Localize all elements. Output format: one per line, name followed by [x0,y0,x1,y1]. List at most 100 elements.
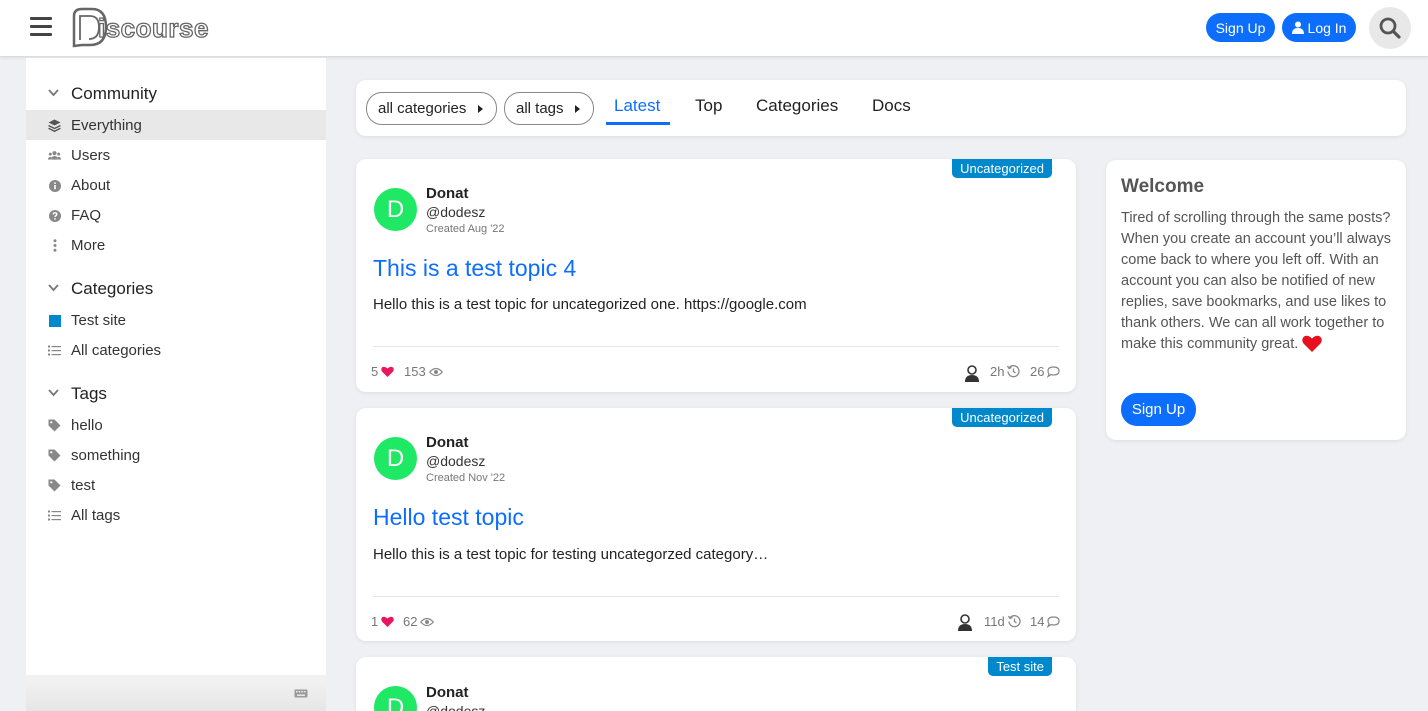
topic-title-link[interactable]: This is a test topic 4 [373,255,576,282]
section-title: Tags [71,384,107,403]
chevron-down-icon [48,89,59,97]
avatar[interactable]: D [374,686,417,711]
category-badge[interactable]: Uncategorized [952,159,1052,178]
sidebar-item-everything[interactable]: Everything [26,110,326,140]
search-button[interactable] [1369,7,1411,49]
divider [373,596,1059,597]
replies-value: 26 [1030,364,1045,379]
all-tags-dropdown[interactable]: all tags [504,92,594,125]
keyboard-icon[interactable] [294,689,308,698]
sidebar-item-label: Users [71,146,111,164]
views-count: 153 [404,364,443,379]
likes-count[interactable]: 5 [371,364,394,379]
heart-icon [381,366,394,377]
author-handle: @dodesz [426,453,486,469]
sidebar-item-users[interactable]: Users [26,140,326,170]
sidebar-item-test-site[interactable]: Test site [26,305,326,335]
sidebar-item-tag-hello[interactable]: hello [26,410,326,440]
comment-icon [1047,615,1061,628]
heart-icon [381,616,394,627]
tab-docs[interactable]: Docs [872,96,911,116]
dropdown-label: all categories [378,100,467,117]
sidebar-section-community[interactable]: Community [26,79,326,109]
category-badge[interactable]: Uncategorized [952,408,1052,427]
sidebar-item-label: something [71,446,141,464]
sidebar-item-faq[interactable]: FAQ [26,200,326,230]
topic-list-navigation: all categories all tags Latest Top Categ… [356,80,1406,136]
avatar[interactable]: D [374,188,417,231]
sidebar-item-about[interactable]: About [26,170,326,200]
sidebar-item-label: More [71,236,106,254]
sidebar-section-tags[interactable]: Tags [26,379,326,409]
tag-icon [48,479,61,492]
activity-time[interactable]: 2h [990,364,1021,379]
caret-right-icon [478,105,483,113]
sidebar-item-tag-test[interactable]: test [26,470,326,500]
author-name[interactable]: Donat [426,684,469,701]
sidebar-item-label: hello [71,416,103,434]
history-icon [1007,615,1021,628]
section-title: Community [71,84,157,103]
topic-card: Uncategorized D Donat @dodesz Created No… [356,408,1076,641]
author-name[interactable]: Donat [426,185,469,202]
likes-value: 5 [371,364,379,379]
divider [373,346,1059,347]
sidebar-item-tag-something[interactable]: something [26,440,326,470]
log-in-label: Log In [1307,19,1347,36]
poster-avatar[interactable] [955,612,975,632]
likes-value: 1 [371,614,379,629]
sidebar-footer [26,675,326,711]
search-icon [1379,17,1401,39]
activity-time[interactable]: 11d [984,614,1021,629]
created-date: Created Nov '22 [426,472,506,484]
heart-icon [1302,335,1323,352]
hamburger-menu-icon[interactable] [30,17,52,37]
tab-top[interactable]: Top [695,96,722,116]
poster-avatar[interactable] [962,363,982,383]
welcome-text: Tired of scrolling through the same post… [1121,208,1396,355]
topic-title-link[interactable]: Hello test topic [373,504,524,531]
user-silhouette-icon [965,365,979,382]
sidebar-item-all-categories[interactable]: All categories [26,335,326,365]
welcome-sign-up-button[interactable]: Sign Up [1121,393,1196,426]
user-silhouette-icon [958,614,972,631]
users-icon [48,149,61,162]
topic-card: Uncategorized D Donat @dodesz Created Au… [356,159,1076,392]
dropdown-label: all tags [516,100,564,117]
ellipsis-vertical-icon [48,239,61,252]
info-circle-icon [48,179,61,192]
tab-latest[interactable]: Latest [614,96,660,116]
sidebar-section-categories[interactable]: Categories [26,274,326,304]
sidebar-item-all-tags[interactable]: All tags [26,500,326,530]
log-in-button[interactable]: Log In [1282,13,1356,42]
replies-count[interactable]: 14 [1030,614,1061,629]
sidebar-item-more[interactable]: More [26,230,326,260]
sidebar-item-label: Everything [71,116,142,134]
sidebar-item-label: All tags [71,506,121,524]
eye-icon [420,617,435,626]
sidebar-item-label: test [71,476,96,494]
chevron-down-icon [48,284,59,292]
tag-icon [48,449,61,462]
caret-right-icon [575,105,580,113]
activity-value: 2h [990,364,1005,379]
all-categories-dropdown[interactable]: all categories [366,92,497,125]
author-name[interactable]: Donat [426,434,469,451]
tab-categories[interactable]: Categories [756,96,838,116]
sign-up-button[interactable]: Sign Up [1206,13,1275,42]
likes-count[interactable]: 1 [371,614,394,629]
section-title: Categories [71,279,154,298]
user-icon [1291,21,1304,34]
category-square-icon [48,314,61,327]
views-count: 62 [403,614,435,629]
topic-card: Test site D Donat @dodesz [356,657,1076,711]
discourse-logo[interactable]: iscourse [68,6,218,50]
avatar[interactable]: D [374,437,417,480]
welcome-banner: Welcome Tired of scrolling through the s… [1106,160,1406,440]
replies-count[interactable]: 26 [1030,364,1061,379]
replies-value: 14 [1030,614,1045,629]
author-handle: @dodesz [426,703,486,711]
history-icon [1007,365,1021,378]
category-badge[interactable]: Test site [988,657,1052,676]
logo-text: iscourse [97,12,209,43]
